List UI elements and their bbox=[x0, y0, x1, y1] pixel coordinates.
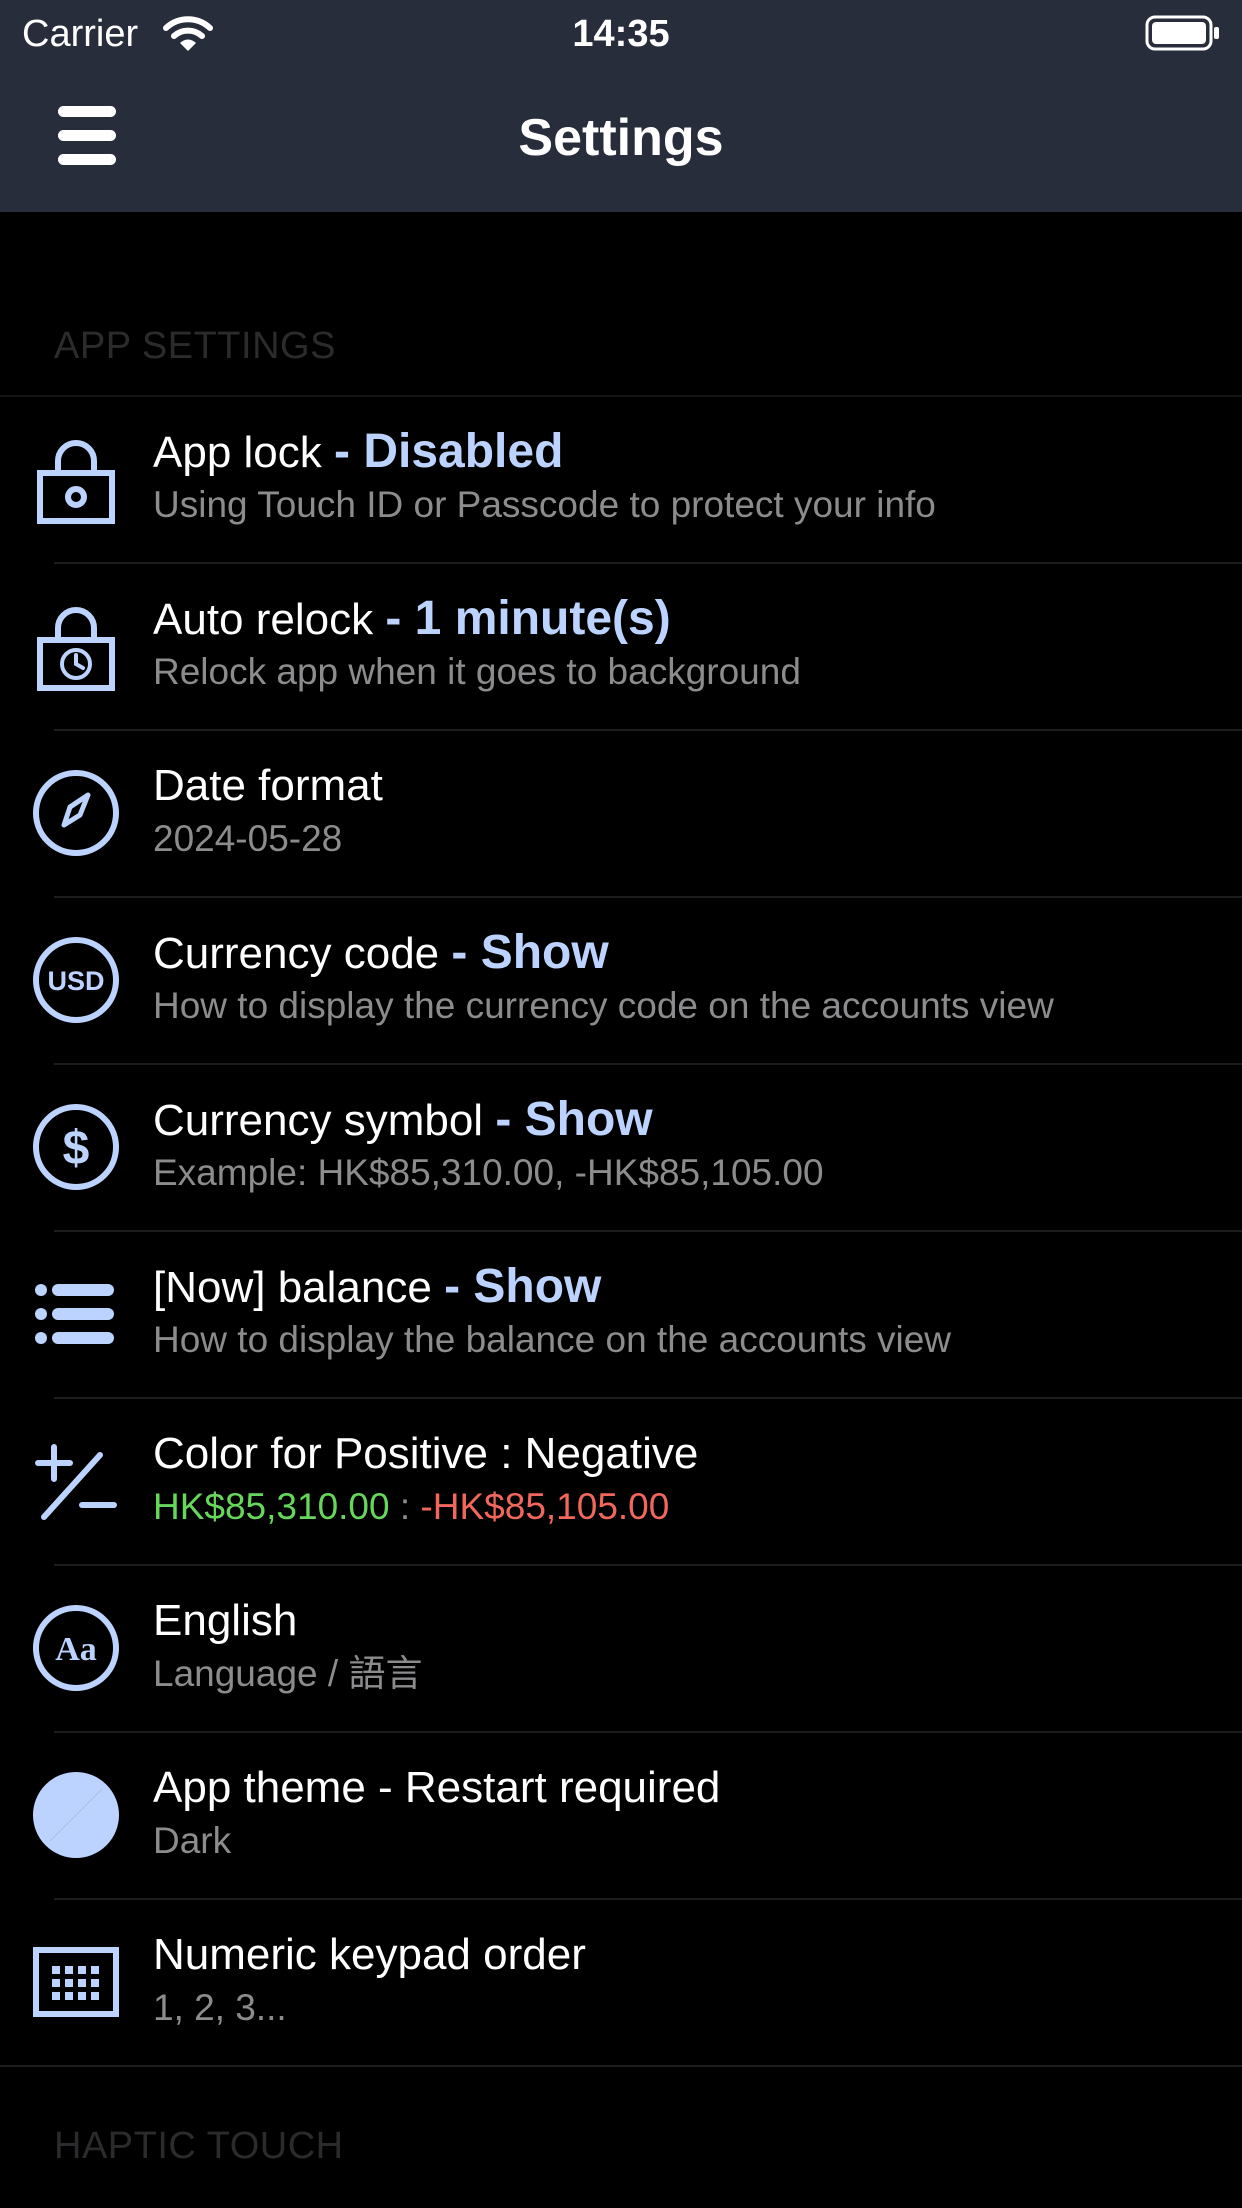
setting-subtitle: HK$85,310.00 : -HK$85,105.00 bbox=[153, 1485, 669, 1529]
setting-subtitle: 2024-05-28 bbox=[153, 818, 343, 859]
setting-title: Date format bbox=[153, 761, 383, 810]
setting-subtitle: Relock app when it goes to background bbox=[153, 651, 801, 692]
navigation-bar: Settings bbox=[0, 68, 1242, 212]
lock-icon bbox=[30, 433, 122, 525]
setting-title: Numeric keypad order bbox=[153, 1930, 586, 1979]
setting-title: Currency symbol - Show bbox=[153, 1093, 653, 1146]
page-title: Settings bbox=[518, 109, 724, 167]
setting-row-currency-symbol[interactable]: $ Currency symbol - Show Example: HK$85,… bbox=[0, 1065, 1242, 1232]
setting-subtitle: How to display the balance on the accoun… bbox=[153, 1319, 952, 1360]
positive-sample: HK$85,310.00 bbox=[153, 1486, 390, 1527]
status-time: 14:35 bbox=[572, 13, 670, 55]
setting-title: App lock - Disabled bbox=[153, 425, 564, 478]
setting-row-numeric-keypad-order[interactable]: Numeric keypad order 1, 2, 3... bbox=[0, 1900, 1242, 2067]
setting-value: - Show bbox=[451, 926, 609, 979]
setting-row-app-theme[interactable]: App theme - Restart required Dark bbox=[0, 1733, 1242, 1900]
svg-text:Aa: Aa bbox=[55, 1631, 97, 1668]
setting-row-auto-relock[interactable]: Auto relock - 1 minute(s) Relock app whe… bbox=[0, 564, 1242, 731]
setting-title: App theme - Restart required bbox=[153, 1763, 721, 1812]
setting-row-color-positive-negative[interactable]: Color for Positive : Negative HK$85,310.… bbox=[0, 1399, 1242, 1566]
setting-subtitle: How to display the currency code on the … bbox=[153, 985, 1054, 1026]
setting-row-currency-code[interactable]: USD Currency code - Show How to display … bbox=[0, 898, 1242, 1065]
negative-sample: -HK$85,105.00 bbox=[420, 1486, 670, 1527]
setting-row-language[interactable]: Aa English Language / 語言 bbox=[0, 1566, 1242, 1733]
section-header-app-settings: APP SETTINGS bbox=[54, 325, 336, 367]
setting-title: English bbox=[153, 1596, 298, 1645]
lock-clock-icon bbox=[30, 600, 122, 692]
setting-value: - Show bbox=[444, 1260, 602, 1313]
setting-subtitle: 1, 2, 3... bbox=[153, 1987, 287, 2028]
plus-minus-icon bbox=[30, 1435, 122, 1527]
status-bar: Carrier 14:35 bbox=[0, 0, 1242, 68]
setting-row-date-format[interactable]: Date format 2024-05-28 bbox=[0, 731, 1242, 898]
setting-title: Color for Positive : Negative bbox=[153, 1429, 699, 1478]
setting-row-now-balance[interactable]: [Now] balance - Show How to display the … bbox=[0, 1232, 1242, 1399]
setting-title: [Now] balance - Show bbox=[153, 1260, 602, 1313]
sample-separator: : bbox=[389, 1486, 421, 1527]
svg-text:USD: USD bbox=[47, 966, 104, 996]
keypad-icon bbox=[30, 1936, 122, 2028]
battery-icon bbox=[1145, 14, 1221, 52]
row-divider bbox=[0, 2065, 1242, 2067]
list-icon bbox=[30, 1268, 122, 1360]
setting-title: Auto relock - 1 minute(s) bbox=[153, 592, 671, 645]
svg-text:$: $ bbox=[63, 1122, 90, 1175]
setting-subtitle: Language / 語言 bbox=[153, 1653, 423, 1694]
usd-icon: USD bbox=[30, 934, 122, 1026]
theme-icon bbox=[30, 1769, 122, 1861]
dollar-icon: $ bbox=[30, 1101, 122, 1193]
section-header-haptic-touch: HAPTIC TOUCH bbox=[54, 2125, 344, 2167]
setting-subtitle: Example: HK$85,310.00, -HK$85,105.00 bbox=[153, 1152, 824, 1193]
setting-value: - Show bbox=[495, 1093, 653, 1146]
setting-row-app-lock[interactable]: App lock - Disabled Using Touch ID or Pa… bbox=[0, 397, 1242, 564]
setting-value: - 1 minute(s) bbox=[385, 592, 671, 645]
setting-value: - Disabled bbox=[334, 425, 564, 478]
language-icon: Aa bbox=[30, 1602, 122, 1694]
setting-title: Currency code - Show bbox=[153, 926, 609, 979]
setting-subtitle: Using Touch ID or Passcode to protect yo… bbox=[153, 484, 936, 525]
compass-icon bbox=[30, 767, 122, 859]
setting-subtitle: Dark bbox=[153, 1820, 232, 1861]
